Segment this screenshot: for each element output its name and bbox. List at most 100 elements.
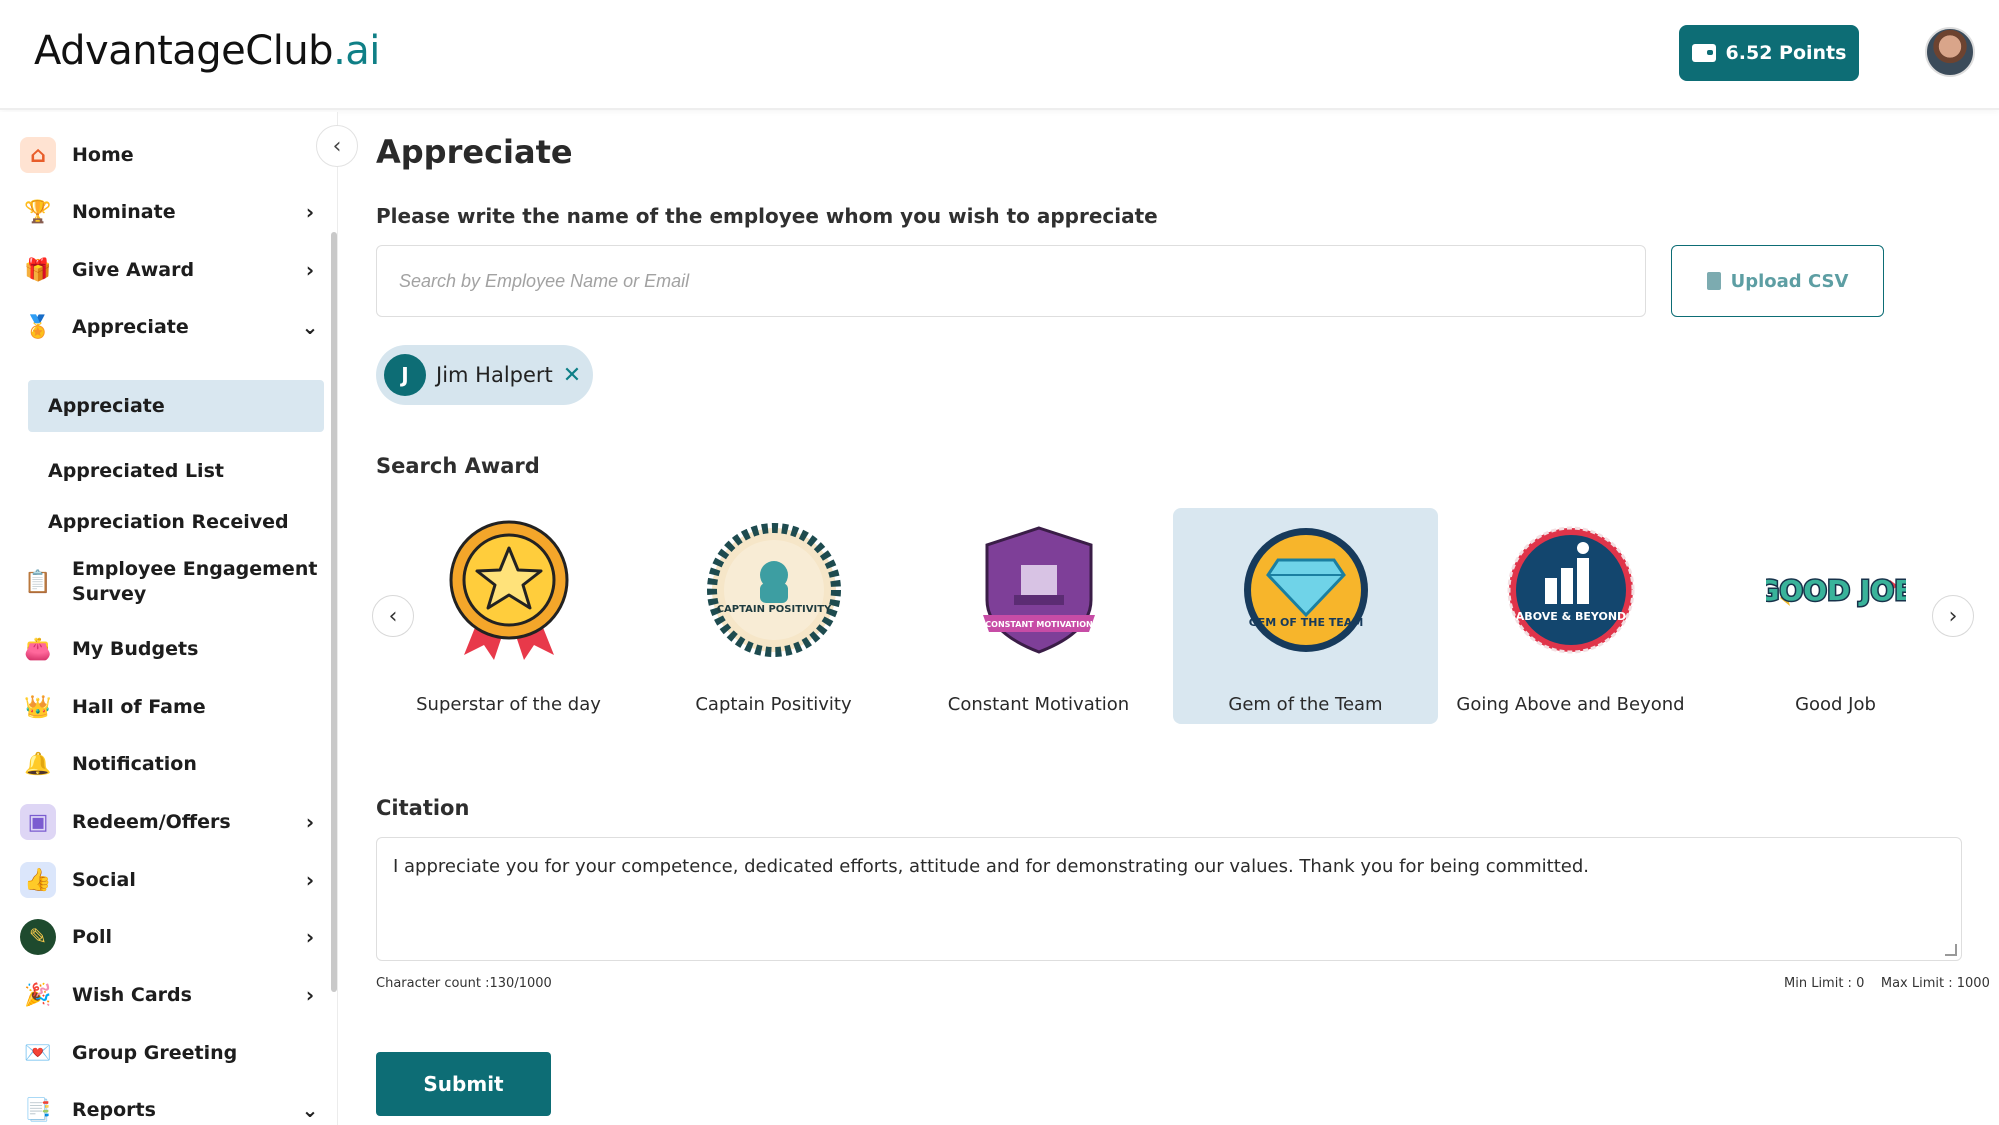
sidebar-item-wish-cards[interactable]: 🎉 Wish Cards › [20,972,320,1018]
sidebar-item-redeem-offers[interactable]: ▣ Redeem/Offers › [20,799,320,845]
award-name: Good Job [1795,694,1876,715]
award-art-text: GEM OF THE TEAM [1248,616,1363,629]
employee-avatar: J [384,354,426,396]
superstar-badge-icon [449,520,568,660]
employee-prompt: Please write the name of the employee wh… [376,204,1158,228]
award-name: Constant Motivation [947,694,1130,715]
award-card-gem-of-the-team[interactable]: GEM OF THE TEAM Gem of the Team [1173,508,1438,724]
subnav-label: Appreciated List [48,460,224,482]
award-art-text: ABOVE & BEYOND [1515,610,1625,623]
points-button[interactable]: 6.52 Points [1679,25,1859,81]
constant-motivation-badge-icon: CONSTANT MOTIVATION [982,526,1095,654]
logo[interactable]: AdvantageClub.ai [34,28,380,74]
chevron-down-icon: ⌄ [301,315,319,339]
trophy-icon: 🏆 [24,199,52,225]
subnav-label: Appreciation Received [48,511,289,533]
award-name: Gem of the Team [1228,694,1383,715]
chevron-right-icon: › [305,258,315,282]
subnav-appreciated-list[interactable]: Appreciated List [28,445,324,497]
gem-of-the-team-badge-icon: GEM OF THE TEAM [1243,528,1368,652]
above-and-beyond-badge-icon: ABOVE & BEYOND [1507,526,1634,654]
logo-suffix: .ai [333,28,380,74]
medal-icon: 🏅 [24,314,52,340]
chevron-right-icon: › [305,983,315,1007]
sidebar-item-label: Reports [72,1098,156,1121]
poll-icon: ✎ [20,919,56,955]
upload-csv-button[interactable]: Upload CSV [1671,245,1884,317]
sidebar-item-home[interactable]: ⌂ Home [20,132,320,178]
award-art-text: CONSTANT MOTIVATION [985,620,1092,629]
sidebar-item-label: Wish Cards [72,983,192,1006]
selected-employee-chip: J Jim Halpert ✕ [376,345,594,405]
sidebar-item-engagement-survey[interactable]: 📋 Employee Engagement Survey [20,552,320,612]
award-name: Going Above and Beyond [1456,694,1685,715]
character-count: Character count :130/1000 [376,976,552,991]
crown-icon: 👑 [24,694,52,720]
sidebar-item-reports[interactable]: 📑 Reports ⌄ [20,1087,320,1125]
survey-icon: 📋 [24,569,52,595]
chevron-left-icon: ‹ [332,133,342,159]
bell-icon: 🔔 [24,751,52,777]
citation-textarea[interactable]: I appreciate you for your competence, de… [376,837,1962,961]
sidebar-item-social[interactable]: 👍 Social › [20,857,320,903]
sidebar-item-label: Group Greeting [72,1041,238,1064]
greeting-icon: 💌 [24,1040,52,1066]
sidebar-scrollbar[interactable] [331,232,337,992]
citation-text: I appreciate you for your competence, de… [393,856,1590,877]
subnav-label: Appreciate [48,395,165,417]
sidebar-item-my-budgets[interactable]: 👛 My Budgets [20,626,320,672]
top-header: AdvantageClub.ai 6.52 Points [0,0,1999,110]
sidebar-item-label: Redeem/Offers [72,810,231,833]
chevron-down-icon: ⌄ [301,1098,319,1122]
sidebar-item-label: Give Award [72,258,195,281]
award-card-good-job[interactable]: GOOD JOB Good Job [1703,508,1968,724]
chevron-right-icon: › [305,810,315,834]
submit-button[interactable]: Submit [376,1052,551,1116]
reports-icon: 📑 [24,1097,52,1123]
wallet-icon: 👛 [24,636,52,662]
gift-icon: 🎁 [24,257,52,283]
award-art-text: GOOD JOB [1766,574,1906,607]
award-card-superstar[interactable]: Superstar of the day [376,508,641,724]
good-job-badge-icon: GOOD JOB [1766,573,1906,609]
user-avatar[interactable] [1925,27,1975,77]
sidebar-item-label: Social [72,868,136,891]
sidebar: ⌂ Home 🏆 Nominate › 🎁 Give Award › 🏅 App… [0,112,338,1125]
search-award-label: Search Award [376,454,540,478]
sidebar-item-label: Nominate [72,200,176,223]
award-name: Captain Positivity [695,694,852,715]
offers-icon: ▣ [20,804,56,840]
sidebar-item-group-greeting[interactable]: 💌 Group Greeting [20,1030,320,1076]
logo-main: AdvantageClub [34,28,334,74]
sidebar-item-hall-of-fame[interactable]: 👑 Hall of Fame [20,684,320,730]
document-icon [1706,272,1721,290]
remove-employee-icon[interactable]: ✕ [563,363,581,388]
resize-handle-icon[interactable] [1945,944,1957,956]
home-icon: ⌂ [20,137,56,173]
award-card-captain-positivity[interactable]: CAPTAIN POSITIVITY Captain Positivity [641,508,906,724]
sidebar-item-label: Poll [72,925,113,948]
sidebar-item-label: Hall of Fame [72,695,206,718]
sidebar-item-appreciate[interactable]: 🏅 Appreciate ⌄ [20,304,320,350]
collapse-sidebar-button[interactable]: ‹ [316,125,358,167]
wallet-icon [1691,44,1716,62]
citation-label: Citation [376,796,470,820]
employee-search-input[interactable] [376,245,1646,317]
sidebar-item-poll[interactable]: ✎ Poll › [20,914,320,960]
award-card-constant-motivation[interactable]: CONSTANT MOTIVATION Constant Motivation [906,508,1171,724]
sidebar-item-label: Notification [72,752,197,775]
chevron-right-icon: › [305,200,315,224]
sidebar-item-nominate[interactable]: 🏆 Nominate › [20,189,320,235]
subnav-appreciation-received[interactable]: Appreciation Received [28,496,324,548]
employee-name: Jim Halpert [436,363,553,387]
award-card-above-and-beyond[interactable]: ABOVE & BEYOND Going Above and Beyond [1438,508,1703,724]
sidebar-item-give-award[interactable]: 🎁 Give Award › [20,247,320,293]
sidebar-item-label: My Budgets [72,637,199,660]
sidebar-item-label: Employee Engagement Survey [72,558,318,605]
sidebar-item-notification[interactable]: 🔔 Notification [20,741,320,787]
award-name: Superstar of the day [416,694,601,715]
captain-positivity-badge-icon: CAPTAIN POSITIVITY [706,523,841,657]
subnav-appreciate[interactable]: Appreciate [28,380,324,432]
sidebar-item-label: Home [72,143,134,166]
sidebar-item-label: Appreciate [72,315,189,338]
